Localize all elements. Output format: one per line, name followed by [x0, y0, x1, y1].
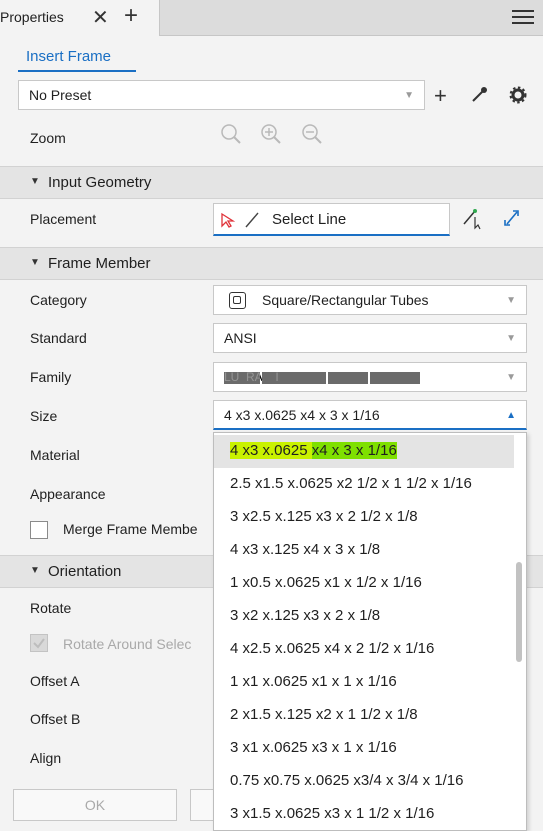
close-icon[interactable]: ✕: [92, 5, 109, 30]
select-cursor-icon: [221, 212, 236, 228]
standard-label: Standard: [30, 330, 87, 346]
chevron-down-icon: ▼: [506, 295, 516, 306]
list-item[interactable]: 4 x2.5 x.0625 x4 x 2 1/2 x 1/16: [214, 633, 514, 666]
dropdown-scroll-thumb[interactable]: [516, 562, 522, 662]
standard-select[interactable]: ANSI ▼: [213, 323, 527, 353]
zoom-label: Zoom: [30, 130, 66, 146]
tab-label: Properties: [0, 9, 64, 25]
list-item[interactable]: 2.5 x1.5 x.0625 x2 1/2 x 1 1/2 x 1/16: [214, 468, 514, 501]
chevron-up-icon: ▲: [506, 410, 516, 421]
list-item[interactable]: 0.75 x0.75 x.0625 x3/4 x 3/4 x 1/16: [214, 765, 514, 798]
preset-value: No Preset: [29, 87, 92, 103]
list-item[interactable]: 1 x0.5 x.0625 x1 x 1/2 x 1/16: [214, 567, 514, 600]
collapse-arrow-icon: ▼: [30, 176, 40, 187]
chevron-down-icon: ▼: [404, 90, 414, 101]
list-item[interactable]: 3 x1 x.0625 x3 x 1 x 1/16: [214, 732, 514, 765]
list-item[interactable]: 3 x2.5 x.125 x3 x 2 1/2 x 1/8: [214, 501, 514, 534]
family-label: Family: [30, 369, 72, 385]
line-icon: [245, 212, 259, 228]
offset-b-label: Offset B: [30, 711, 81, 727]
add-preset-icon[interactable]: +: [434, 83, 447, 109]
gear-icon[interactable]: [509, 86, 527, 104]
menu-icon[interactable]: [512, 7, 534, 27]
appearance-label: Appearance: [30, 486, 106, 502]
list-item[interactable]: 3 x1.5 x.0625 x3 x 1 1/2 x 1/16: [214, 798, 514, 830]
zoom-in-icon[interactable]: [260, 123, 282, 145]
category-value: Square/Rectangular Tubes: [262, 292, 429, 308]
section-title: Orientation: [48, 563, 122, 580]
list-item[interactable]: 1 x1 x.0625 x1 x 1 x 1/16: [214, 666, 514, 699]
title-underline: [18, 70, 136, 72]
highlighted-text: 4 x3 x.0625: [230, 442, 312, 459]
section-title: Input Geometry: [48, 174, 152, 191]
size-select[interactable]: 4 x3 x.0625 x4 x 3 x 1/16 ▲: [213, 400, 527, 430]
eyedropper-icon[interactable]: [470, 86, 488, 104]
align-label: Align: [30, 750, 62, 766]
select-line-tool-icon[interactable]: [461, 206, 485, 230]
placement-selector[interactable]: Select Line: [213, 203, 450, 236]
add-tab-icon[interactable]: +: [124, 2, 138, 30]
list-item-selected[interactable]: 4 x3 x.0625 x4 x 3 x 1/16: [214, 435, 514, 468]
category-label: Category: [30, 292, 87, 308]
tab-bar: Properties ✕ +: [0, 0, 543, 36]
size-label: Size: [30, 408, 58, 424]
section-input-geometry[interactable]: ▼ Input Geometry: [0, 166, 543, 199]
chevron-down-icon: ▼: [506, 333, 516, 344]
merge-frame-members-label: Merge Frame Membe: [63, 521, 198, 537]
chevron-down-icon: ▼: [506, 372, 516, 383]
collapse-arrow-icon: ▼: [30, 565, 40, 576]
section-title: Frame Member: [48, 255, 151, 272]
material-label: Material: [30, 447, 80, 463]
flip-direction-icon[interactable]: [499, 206, 523, 230]
zoom-all-icon[interactable]: [220, 123, 242, 145]
tab-properties[interactable]: Properties ✕ +: [0, 0, 160, 36]
list-item[interactable]: 2 x1.5 x.125 x2 x 1 1/2 x 1/8: [214, 699, 514, 732]
placement-value: Select Line: [272, 211, 347, 228]
category-select[interactable]: Square/Rectangular Tubes ▼: [213, 285, 527, 315]
checkmark-icon: [33, 638, 45, 649]
square-tube-icon: [229, 292, 246, 309]
size-value: 4 x3 x.0625 x4 x 3 x 1/16: [224, 407, 380, 423]
placement-label: Placement: [30, 211, 97, 227]
family-value-text: LU RA I: [224, 370, 279, 384]
offset-a-label: Offset A: [30, 673, 80, 689]
preset-select[interactable]: No Preset ▼: [18, 80, 425, 110]
command-title[interactable]: Insert Frame: [26, 48, 111, 65]
family-select[interactable]: LU RA I ▼: [213, 362, 527, 392]
standard-value: ANSI: [224, 330, 257, 346]
size-dropdown-list[interactable]: 4 x3 x.0625 x4 x 3 x 1/16 2.5 x1.5 x.062…: [213, 432, 527, 831]
merge-frame-members-checkbox[interactable]: [30, 521, 48, 539]
zoom-out-icon[interactable]: [301, 123, 323, 145]
ok-button[interactable]: OK: [13, 789, 177, 821]
collapse-arrow-icon: ▼: [30, 257, 40, 268]
rotate-around-label: Rotate Around Selec: [63, 636, 192, 652]
section-frame-member[interactable]: ▼ Frame Member: [0, 247, 543, 280]
rotate-around-checkbox[interactable]: [30, 634, 48, 652]
list-item[interactable]: 3 x2 x.125 x3 x 2 x 1/8: [214, 600, 514, 633]
highlighted-text: x4 x 3 x 1/16: [311, 442, 397, 459]
list-item[interactable]: 4 x3 x.125 x4 x 3 x 1/8: [214, 534, 514, 567]
rotate-label: Rotate: [30, 600, 72, 616]
